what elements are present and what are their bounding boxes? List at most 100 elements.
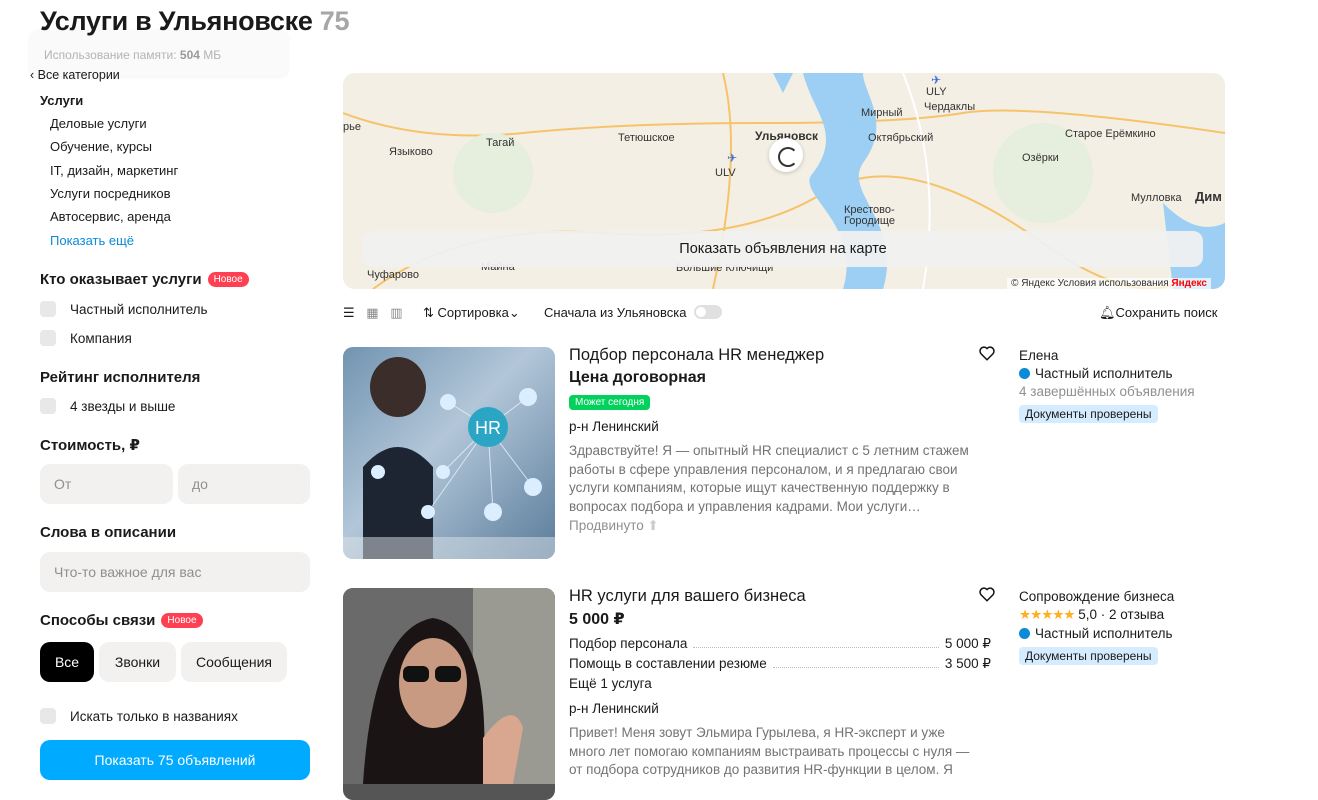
- words-input[interactable]: Что-то важное для вас: [40, 552, 310, 592]
- checkbox-company[interactable]: Компания: [40, 330, 132, 346]
- map-label: Чердаклы: [924, 101, 976, 113]
- map-label: Чуфарово: [367, 269, 419, 281]
- listing-price: Цена договорная: [569, 369, 707, 386]
- seller-type: Частный исполнитель: [1019, 626, 1173, 641]
- city-first-toggle[interactable]: Сначала из Ульяновска: [544, 305, 723, 320]
- map-label: Тагай: [486, 137, 515, 149]
- verified-icon: [1019, 628, 1030, 639]
- checkbox-box[interactable]: [40, 330, 56, 346]
- category-title: Услуги: [40, 93, 84, 108]
- map-label: Мулловка: [1131, 192, 1182, 204]
- listing-description: Привет! Меня зовут Эльмира Гурылева, я H…: [569, 725, 970, 777]
- new-badge: Новое: [207, 272, 249, 287]
- checkbox-box[interactable]: [40, 301, 56, 317]
- listing-image: HR: [343, 347, 555, 559]
- listing-image: [343, 588, 555, 784]
- subcategory-link[interactable]: Обучение, курсы: [50, 139, 152, 154]
- map-label: Озёрки: [1022, 152, 1059, 164]
- chevron-left-icon: ‹: [30, 68, 35, 82]
- map-label: ULY: [926, 86, 947, 98]
- save-search-button[interactable]: 🔔︎Сохранить поиск: [1099, 305, 1217, 321]
- cost-filter-title: Стоимость, ₽: [40, 437, 140, 454]
- listing-photo[interactable]: HR: [343, 347, 555, 559]
- map-view-icon[interactable]: ▥: [390, 305, 402, 320]
- seller-name[interactable]: Сопровождение бизнеса: [1019, 589, 1174, 604]
- promoted-label: Продвинуто ⬆: [569, 518, 659, 533]
- map-label: ULV: [715, 167, 736, 179]
- airport-icon: ✈: [727, 151, 738, 165]
- map-label: рье: [343, 121, 361, 133]
- airport-icon: ✈: [931, 73, 942, 87]
- sort-icon: ⇅: [423, 305, 434, 320]
- chevron-down-icon: ⌄: [508, 305, 520, 320]
- results-count: 75: [319, 6, 350, 36]
- more-services-link[interactable]: Ещё 1 услуга: [569, 676, 652, 691]
- contact-calls-button[interactable]: Звонки: [99, 642, 176, 682]
- seller-name[interactable]: Елена: [1019, 348, 1058, 363]
- checkbox-box[interactable]: [40, 398, 56, 414]
- contact-messages-button[interactable]: Сообщения: [181, 642, 287, 682]
- grid-view-icon[interactable]: ▦: [366, 305, 378, 320]
- listing-district: р-н Ленинский: [569, 701, 659, 716]
- show-results-button[interactable]: Показать 75 объявлений: [40, 740, 310, 780]
- memory-unit: МБ: [203, 48, 222, 62]
- documents-verified-badge: Документы проверены: [1019, 405, 1158, 423]
- checkbox-private[interactable]: Частный исполнитель: [40, 301, 208, 317]
- seller-type: Частный исполнитель: [1019, 366, 1173, 381]
- checkbox-box[interactable]: [40, 708, 56, 724]
- words-filter-title: Слова в описании: [40, 524, 177, 541]
- map-copyright[interactable]: © Яндекс Условия использования Яндекс: [1007, 278, 1211, 289]
- toggle-switch[interactable]: [694, 305, 723, 319]
- map-label: Дим: [1195, 189, 1222, 204]
- service-price-row: Подбор персонала 5 000 ₽: [569, 636, 991, 651]
- checkbox-rating[interactable]: 4 звезды и выше: [40, 398, 175, 414]
- sort-dropdown[interactable]: ⇅ Сортировка⌄: [423, 305, 520, 321]
- map-label: Октябрьский: [868, 132, 934, 144]
- listing-price: 5 000 ₽: [569, 611, 625, 628]
- available-today-badge: Может сегодня: [569, 395, 651, 410]
- cost-from-input[interactable]: От: [40, 464, 173, 504]
- verified-icon: [1019, 368, 1030, 379]
- show-on-map-button[interactable]: Показать объявления на карте: [363, 231, 1203, 267]
- subcategory-link[interactable]: Деловые услуги: [50, 116, 147, 131]
- map-label: Мирный: [861, 107, 903, 119]
- listing-description: Здравствуйте! Я — опытный HR специалист …: [569, 443, 969, 514]
- contact-all-button[interactable]: Все: [40, 642, 94, 682]
- view-toggle: ☰ ▦ ▥: [343, 305, 403, 321]
- loading-spinner-icon: [769, 138, 803, 172]
- checkbox-titles-only[interactable]: Искать только в названиях: [40, 708, 238, 724]
- provider-filter-title: Кто оказывает услуги Новое: [40, 271, 249, 288]
- yandex-logo: Яндекс: [1171, 278, 1207, 289]
- back-to-categories-link[interactable]: ‹ Все категории: [30, 68, 120, 82]
- map-preview[interactable]: рье Языково Тагай Тетюшское ULV Ульяновс…: [343, 73, 1225, 289]
- map-label: Тетюшское: [618, 132, 675, 144]
- show-more-link[interactable]: Показать ещё: [50, 233, 134, 248]
- contact-filter-title: Способы связи Новое: [40, 612, 203, 629]
- star-rating-icon: ★★★★★: [1019, 607, 1076, 622]
- listing-title[interactable]: HR услуги для вашего бизнеса: [569, 587, 806, 606]
- list-view-icon[interactable]: ☰: [343, 305, 355, 320]
- listing-title[interactable]: Подбор персонала HR менеджер: [569, 346, 824, 365]
- favorite-heart-icon[interactable]: [978, 585, 996, 603]
- rating-filter-title: Рейтинг исполнителя: [40, 369, 201, 386]
- subcategory-link[interactable]: Услуги посредников: [50, 186, 171, 201]
- subcategory-link[interactable]: IT, дизайн, маркетинг: [50, 163, 178, 178]
- listing-photo[interactable]: [343, 588, 555, 800]
- map-label: Языково: [389, 146, 433, 158]
- subcategory-link[interactable]: Автосервис, аренда: [50, 209, 171, 224]
- map-label: Городище: [844, 215, 895, 227]
- cost-to-input[interactable]: до: [178, 464, 310, 504]
- map-label: Старое Ерёмкино: [1065, 128, 1156, 140]
- seller-rating: ★★★★★ 5,0 · 2 отзыва: [1019, 607, 1165, 622]
- hr-text: HR: [475, 418, 501, 438]
- documents-verified-badge: Документы проверены: [1019, 647, 1158, 665]
- memory-label: Использование памяти:: [44, 48, 177, 62]
- page-title: Услуги в Ульяновске 75: [40, 6, 350, 36]
- favorite-heart-icon[interactable]: [978, 344, 996, 362]
- memory-value: 504: [179, 48, 200, 62]
- new-badge: Новое: [161, 613, 203, 628]
- seller-stats: 4 завершённых объявления: [1019, 384, 1195, 399]
- bell-icon: 🔔︎: [1099, 305, 1116, 320]
- service-price-row: Помощь в составлении резюме 3 500 ₽: [569, 656, 991, 671]
- listing-district: р-н Ленинский: [569, 419, 659, 434]
